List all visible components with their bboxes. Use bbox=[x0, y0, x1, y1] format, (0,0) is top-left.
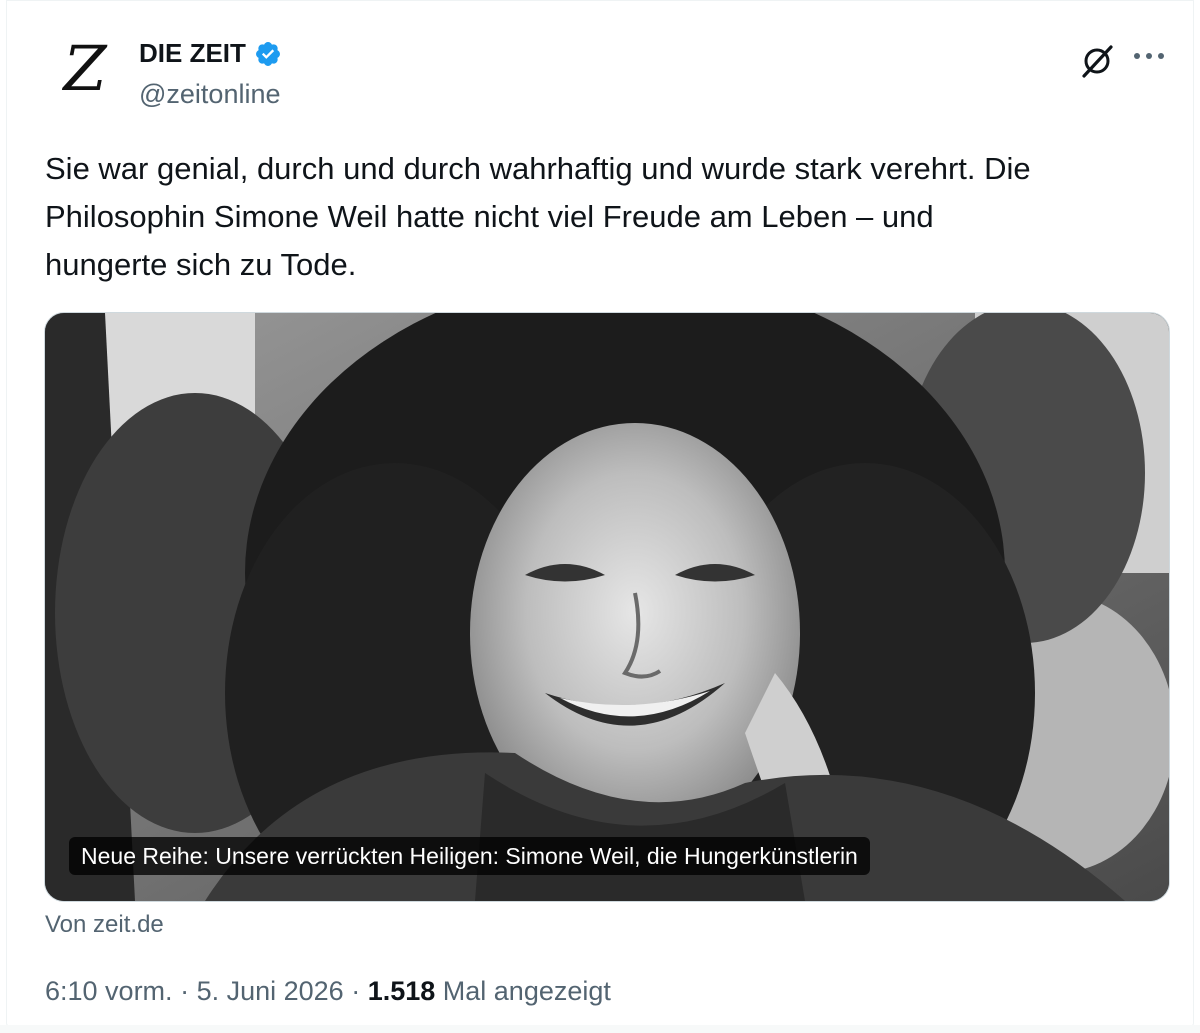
more-options-button[interactable] bbox=[1129, 41, 1169, 71]
tweet-card: Z DIE ZEIT @zeitonline Sie war genial, d… bbox=[6, 0, 1194, 1027]
link-card-caption[interactable]: Neue Reihe: Unsere verrückten Heiligen: … bbox=[69, 837, 870, 875]
views-label: Mal angezeigt bbox=[442, 976, 611, 1006]
meta-separator: · bbox=[343, 976, 368, 1006]
tweet-time[interactable]: 6:10 vorm. bbox=[45, 976, 173, 1006]
tweet-text-line: hungerte sich zu Tode. bbox=[45, 247, 357, 282]
link-card-image[interactable]: Neue Reihe: Unsere verrückten Heiligen: … bbox=[44, 312, 1170, 902]
tweet-text-line: Philosophin Simone Weil hatte nicht viel… bbox=[45, 199, 934, 234]
zeit-logo: Z bbox=[63, 32, 107, 105]
grok-icon bbox=[1082, 45, 1113, 78]
tweet-date[interactable]: 5. Juni 2026 bbox=[197, 976, 344, 1006]
meta-separator: · bbox=[172, 976, 197, 1006]
link-source[interactable]: Von zeit.de bbox=[45, 911, 164, 939]
tweet-text-line: Sie war genial, durch und durch wahrhaft… bbox=[45, 151, 1031, 186]
account-name-row[interactable]: DIE ZEIT bbox=[139, 38, 282, 69]
account-handle[interactable]: @zeitonline bbox=[139, 79, 281, 110]
tweet-text: Sie war genial, durch und durch wahrhaft… bbox=[45, 145, 1175, 289]
grok-button[interactable] bbox=[1077, 41, 1117, 81]
more-horizontal-icon bbox=[1134, 53, 1164, 59]
account-name[interactable]: DIE ZEIT bbox=[139, 38, 246, 69]
verified-badge-icon[interactable] bbox=[254, 40, 282, 68]
portrait-photo bbox=[45, 313, 1169, 901]
tweet-metadata: 6:10 vorm. · 5. Juni 2026 · 1.518 Mal an… bbox=[45, 976, 611, 1007]
views-count: 1.518 bbox=[367, 976, 436, 1006]
avatar[interactable]: Z bbox=[53, 32, 117, 105]
bottom-edge bbox=[0, 1025, 1200, 1033]
